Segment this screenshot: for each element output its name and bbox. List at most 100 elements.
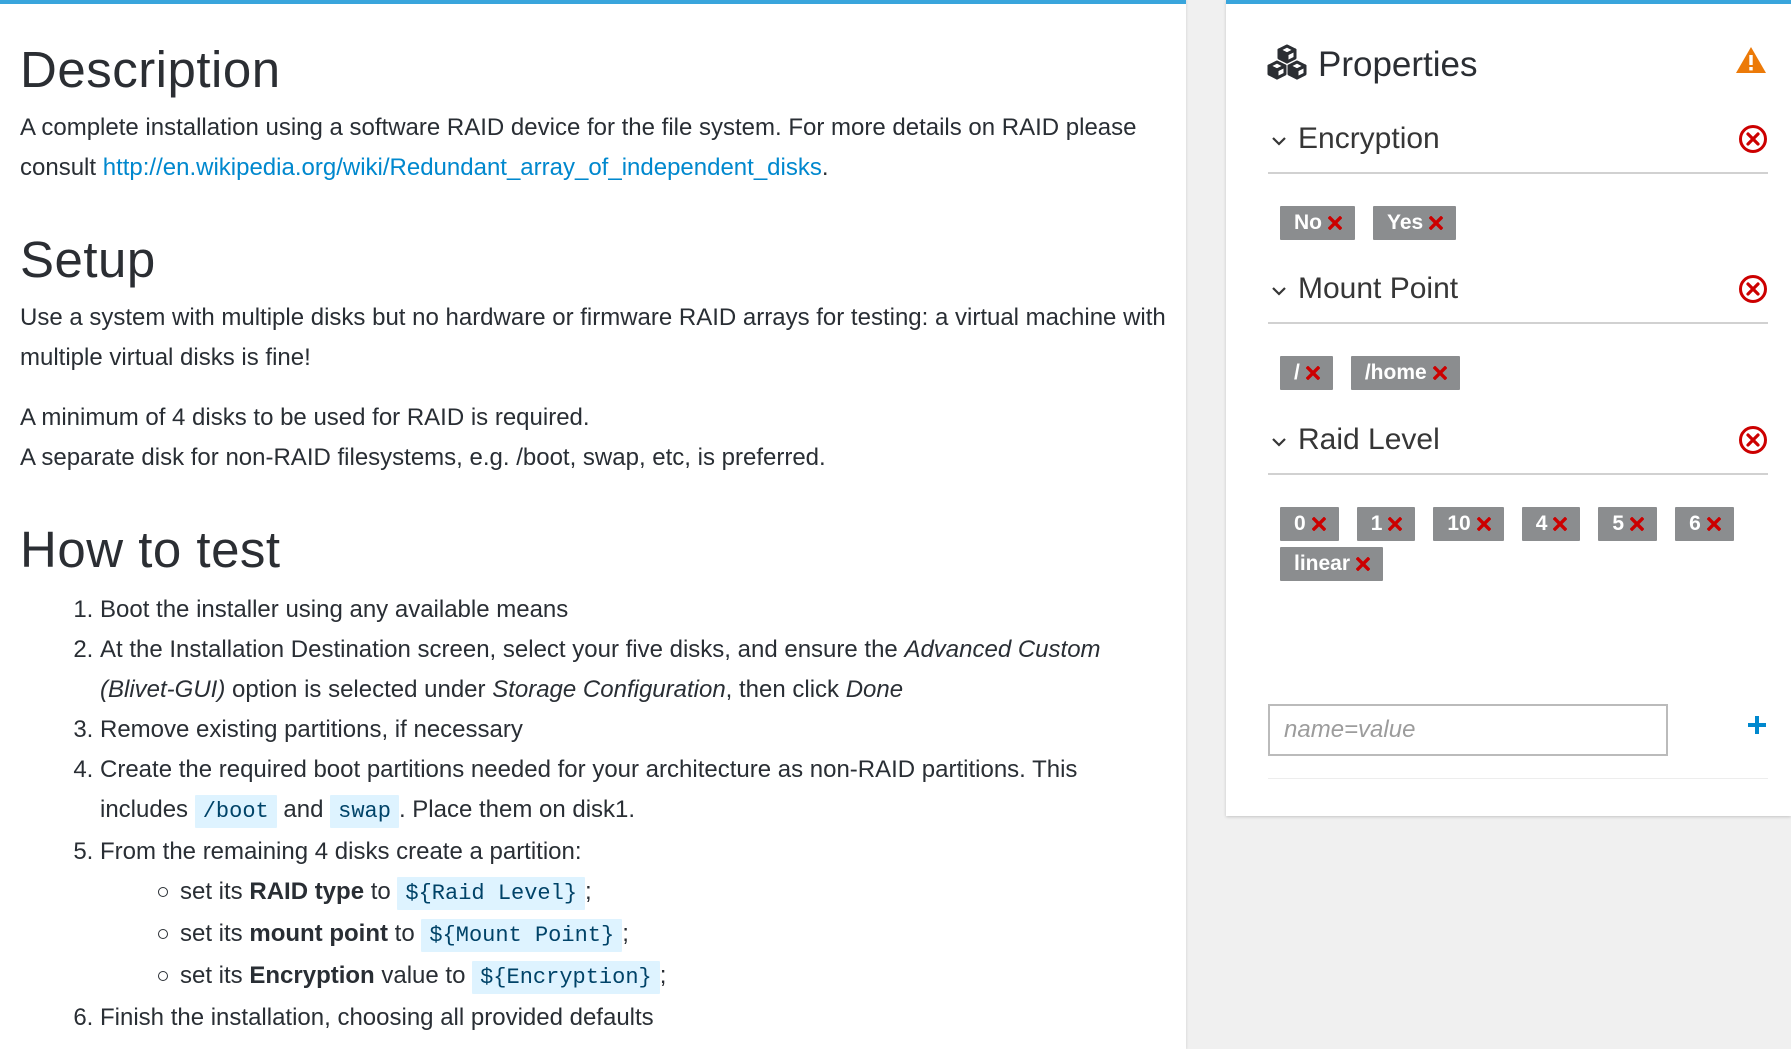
sub-step-text: ; [659, 962, 667, 989]
step-item: Finish the installation, choosing all pr… [100, 998, 1166, 1038]
tag: 0 [1280, 507, 1339, 541]
close-icon[interactable] [1356, 557, 1371, 571]
properties-title: Properties [1318, 44, 1478, 84]
step-emphasis: Storage Configuration [492, 676, 726, 703]
step-item: At the Installation Destination screen, … [100, 630, 1166, 710]
close-icon[interactable] [1388, 517, 1403, 531]
sub-step-text: set its [180, 962, 250, 989]
setup-heading: Setup [20, 231, 156, 288]
remove-circle-icon[interactable] [1738, 425, 1768, 460]
code-snippet: ${Encryption} [472, 961, 660, 994]
description-text-end: . [821, 154, 829, 181]
chevron-down-icon[interactable] [1272, 283, 1286, 296]
section-title: Raid Level [1298, 423, 1440, 456]
setup-line-min-disks: A minimum of 4 disks to be used for RAID… [20, 404, 590, 431]
property-section-mount-point: Mount Point / /home [1268, 256, 1768, 390]
warning-triangle-icon[interactable] [1735, 46, 1767, 79]
tag: /home [1350, 356, 1460, 390]
sub-step-item: set its RAID type to ${Raid Level}; [158, 872, 1166, 914]
sub-steps-list: set its RAID type to ${Raid Level}; set … [100, 872, 1166, 998]
sub-step-text: set its [180, 878, 250, 905]
sub-step-text: to [364, 878, 398, 905]
name-value-input[interactable] [1268, 704, 1668, 756]
step-text: option is selected under [225, 676, 493, 703]
close-icon[interactable] [1706, 517, 1721, 531]
remove-circle-icon[interactable] [1738, 274, 1768, 309]
close-icon[interactable] [1630, 517, 1645, 531]
test-steps-list: Boot the installer using any available m… [20, 590, 1166, 1038]
section-header[interactable]: Mount Point [1268, 256, 1768, 324]
step-item: Boot the installer using any available m… [100, 590, 1166, 630]
tag-label: linear [1294, 552, 1351, 575]
section-title: Encryption [1298, 122, 1440, 155]
step-item: Remove existing partitions, if necessary [100, 710, 1166, 750]
sub-step-text: value to [374, 962, 473, 989]
raid-wikipedia-link[interactable]: http://en.wikipedia.org/wiki/Redundant_a… [103, 154, 822, 181]
step-item: From the remaining 4 disks create a part… [100, 832, 1166, 998]
sub-step-bold: mount point [249, 920, 388, 947]
tag-list: No Yes [1268, 174, 1770, 240]
step-emphasis: Done [845, 676, 904, 703]
property-section-raid-level: Raid Level 0 1 10 4 5 6 linear [1268, 407, 1768, 581]
plus-icon[interactable] [1746, 714, 1768, 741]
howto-heading: How to test [20, 521, 281, 578]
remove-circle-icon[interactable] [1738, 124, 1768, 159]
tag: Yes [1373, 206, 1457, 240]
close-icon[interactable] [1429, 216, 1444, 230]
close-icon[interactable] [1328, 216, 1342, 230]
tag-list: / /home [1268, 324, 1770, 390]
close-icon[interactable] [1553, 517, 1568, 531]
tag: 5 [1598, 507, 1658, 541]
chevron-down-icon[interactable] [1272, 133, 1286, 146]
content-card: Description A complete installation usin… [0, 0, 1186, 1049]
step-text: At the Installation Destination screen, … [100, 636, 905, 663]
code-snippet: /boot [194, 795, 277, 828]
description-heading: Description [20, 41, 281, 98]
properties-header: Properties [1266, 44, 1478, 85]
tag-label: Yes [1387, 211, 1424, 234]
sub-step-text: to [387, 920, 422, 947]
description-text: A complete installation using a software… [20, 108, 1166, 188]
tag: No [1280, 206, 1355, 240]
section-title: Mount Point [1298, 272, 1459, 305]
step-text: , then click [725, 676, 846, 703]
step-item: Create the required boot partitions need… [100, 750, 1166, 832]
tag-list: 0 1 10 4 5 6 linear [1268, 475, 1770, 581]
setup-para-2: A minimum of 4 disks to be used for RAID… [20, 398, 1166, 478]
close-icon[interactable] [1432, 366, 1447, 380]
tag-label: 10 [1447, 512, 1471, 535]
tag: 10 [1433, 507, 1504, 541]
sub-step-bold: RAID type [249, 878, 365, 905]
close-icon[interactable] [1476, 517, 1491, 531]
step-text: and [276, 796, 331, 823]
sub-step-text: ; [585, 878, 592, 905]
tag-label: 0 [1294, 512, 1306, 535]
tag-label: /home [1364, 361, 1427, 384]
tag: 1 [1356, 507, 1416, 541]
tag: / [1280, 356, 1333, 390]
tag-label: / [1294, 361, 1300, 384]
tag-label: 6 [1689, 512, 1701, 535]
code-snippet: ${Mount Point} [421, 919, 623, 952]
tag-label: No [1294, 211, 1322, 234]
sub-step-text: set its [180, 920, 250, 947]
sub-step-item: set its mount point to ${Mount Point}; [158, 914, 1166, 956]
setup-line-separate-disk: A separate disk for non-RAID filesystems… [20, 444, 826, 471]
tag: linear [1280, 547, 1384, 581]
sub-step-text: ; [622, 920, 629, 947]
close-icon[interactable] [1305, 366, 1320, 380]
tag: 4 [1521, 507, 1581, 541]
close-icon[interactable] [1311, 517, 1326, 531]
properties-card: Properties Encryption No Yes Mount Point… [1226, 0, 1791, 816]
content-body: Description A complete installation usin… [0, 4, 1186, 1038]
code-snippet: ${Raid Level} [397, 877, 586, 910]
code-snippet: swap [330, 795, 399, 828]
setup-para-1: Use a system with multiple disks but no … [20, 304, 1166, 371]
section-header[interactable]: Raid Level [1268, 407, 1768, 475]
sub-step-item: set its Encryption value to ${Encryption… [158, 956, 1166, 998]
section-header[interactable]: Encryption [1268, 106, 1768, 174]
property-section-encryption: Encryption No Yes [1268, 106, 1768, 240]
step-text: From the remaining 4 disks create a part… [100, 838, 582, 865]
chevron-down-icon[interactable] [1272, 434, 1286, 447]
tag-label: 4 [1535, 512, 1548, 535]
